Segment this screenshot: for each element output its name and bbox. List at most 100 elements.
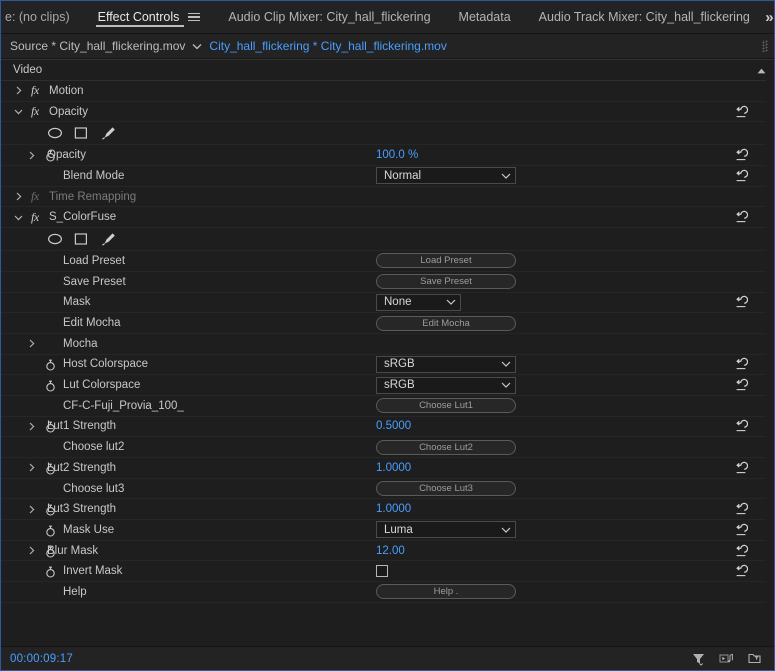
parameter-row[interactable]: CF-C-Fuji_Provia_100_ Choose Lut1 <box>1 396 774 417</box>
tab-audio-track-mixer[interactable]: Audio Track Mixer: City_hall_flickering <box>525 1 764 33</box>
parameter-row[interactable]: Load Preset Load Preset <box>1 251 774 272</box>
active-tab-underline <box>95 25 185 27</box>
chevron-right-icon[interactable] <box>14 192 23 201</box>
chevron-down-icon <box>501 527 511 533</box>
parameter-row[interactable]: Mask Use Luma <box>1 520 774 541</box>
rectangle-mask-icon[interactable] <box>73 232 89 246</box>
parameter-button[interactable]: Load Preset <box>376 253 516 269</box>
parameter-dropdown[interactable]: Normal <box>376 167 516 185</box>
reset-icon[interactable] <box>734 378 749 392</box>
parameter-label: Lut2 Strength <box>47 461 117 474</box>
reset-icon[interactable] <box>734 105 749 119</box>
chevron-right-icon[interactable] <box>27 505 36 514</box>
parameter-button[interactable]: Choose Lut3 <box>376 481 516 497</box>
chevron-right-icon[interactable] <box>27 463 36 472</box>
chevron-right-icon[interactable] <box>14 86 23 95</box>
parameter-dropdown[interactable]: sRGB <box>376 355 516 373</box>
reset-icon[interactable] <box>734 523 749 537</box>
parameter-row[interactable]: Save Preset Save Preset <box>1 272 774 293</box>
audio-preview-icon[interactable] <box>719 651 734 666</box>
ellipse-mask-icon[interactable] <box>47 126 63 140</box>
tab-overflow-icon[interactable]: » <box>764 1 774 33</box>
effect-header-row[interactable]: fx Opacity <box>1 102 774 123</box>
chevron-down-icon[interactable] <box>14 213 23 222</box>
tab-effect-controls[interactable]: Effect Controls <box>84 1 215 33</box>
scroll-up-icon[interactable] <box>757 61 766 79</box>
parameter-label: Save Preset <box>63 275 126 288</box>
stopwatch-icon[interactable] <box>45 358 56 371</box>
panel-menu-icon[interactable] <box>188 12 201 22</box>
effect-header-row[interactable]: fx Motion <box>1 81 774 102</box>
parameter-row[interactable]: Lut3 Strength 1.0000 <box>1 499 774 521</box>
reset-icon[interactable] <box>734 357 749 371</box>
parameter-row[interactable]: Edit Mocha Edit Mocha <box>1 313 774 334</box>
pen-mask-icon[interactable] <box>99 232 115 246</box>
parameter-row[interactable]: Choose lut2 Choose Lut2 <box>1 437 774 458</box>
chevron-right-icon[interactable] <box>27 546 36 555</box>
parameter-value[interactable]: 12.00 <box>376 545 405 557</box>
reset-icon[interactable] <box>734 564 749 578</box>
reset-icon[interactable] <box>734 502 749 516</box>
effect-header-row[interactable]: fx S_ColorFuse <box>1 207 774 229</box>
parameter-row[interactable]: Lut1 Strength 0.5000 <box>1 417 774 438</box>
parameter-dropdown[interactable]: Luma <box>376 521 516 539</box>
parameter-dropdown[interactable]: None <box>376 293 461 311</box>
clip-selector-bar: Source * City_hall_flickering.mov City_h… <box>1 34 774 59</box>
chevron-down-icon[interactable] <box>185 43 209 50</box>
parameter-row[interactable]: Help Help . <box>1 582 774 603</box>
parameter-row[interactable]: Invert Mask <box>1 561 774 583</box>
stopwatch-icon[interactable] <box>45 565 56 578</box>
selected-clip-label[interactable]: City_hall_flickering * City_hall_flicker… <box>209 39 446 53</box>
parameter-button[interactable]: Help . <box>376 584 516 600</box>
parameter-value[interactable]: 0.5000 <box>376 420 411 432</box>
parameter-dropdown[interactable]: sRGB <box>376 376 516 394</box>
reset-icon[interactable] <box>734 461 749 475</box>
parameter-row[interactable]: Host Colorspace sRGB <box>1 355 774 376</box>
parameter-row[interactable]: Opacity 100.0 % <box>1 145 774 167</box>
parameter-row[interactable]: Blur Mask 12.00 <box>1 541 774 562</box>
chevron-right-icon[interactable] <box>27 339 36 348</box>
parameter-checkbox[interactable] <box>376 565 388 578</box>
parameter-row[interactable]: Mask None <box>1 293 774 314</box>
parameter-button[interactable]: Choose Lut1 <box>376 398 516 414</box>
chevron-right-icon[interactable] <box>27 151 36 160</box>
timecode-display[interactable]: 00:00:09:17 <box>1 653 73 665</box>
parameter-button[interactable]: Choose Lut2 <box>376 439 516 455</box>
chevron-down-icon[interactable] <box>14 107 23 116</box>
reset-icon[interactable] <box>734 295 749 309</box>
chevron-down-icon <box>446 299 456 306</box>
effect-parameters-panel: Video fx Motion fx Opacity Opacity 100.0 % Blen… <box>1 59 774 646</box>
tab-source[interactable]: e: (no clips) <box>1 1 84 33</box>
parameter-row[interactable]: Blend Mode Normal <box>1 166 774 187</box>
tab-metadata[interactable]: Metadata <box>445 1 525 33</box>
effect-header-row[interactable]: fx Time Remapping <box>1 187 774 208</box>
parameter-value[interactable]: 1.0000 <box>376 462 411 474</box>
stopwatch-icon[interactable] <box>45 379 56 392</box>
parameter-button[interactable]: Edit Mocha <box>376 315 516 331</box>
stopwatch-icon[interactable] <box>45 524 56 537</box>
vertical-scrollbar[interactable] <box>766 60 774 646</box>
reset-icon[interactable] <box>734 544 749 558</box>
panel-grip-handle[interactable] <box>762 40 768 52</box>
pen-mask-icon[interactable] <box>99 126 115 141</box>
parameter-row[interactable]: Mocha <box>1 334 774 355</box>
parameter-row[interactable]: Lut2 Strength 1.0000 <box>1 458 774 479</box>
reset-icon[interactable] <box>734 169 749 183</box>
parameter-label: Mocha <box>63 337 98 350</box>
reset-icon[interactable] <box>734 148 749 162</box>
fx-icon: fx <box>31 104 39 119</box>
rectangle-mask-icon[interactable] <box>73 126 89 140</box>
export-icon[interactable] <box>747 651 762 666</box>
parameter-value[interactable]: 1.0000 <box>376 503 411 515</box>
parameter-row[interactable]: Choose lut3 Choose Lut3 <box>1 479 774 500</box>
reset-icon[interactable] <box>734 210 749 224</box>
parameter-label: Help <box>63 585 87 598</box>
filter-icon[interactable] <box>691 651 706 666</box>
reset-icon[interactable] <box>734 419 749 433</box>
parameter-button[interactable]: Save Preset <box>376 274 516 290</box>
parameter-row[interactable]: Lut Colorspace sRGB <box>1 375 774 396</box>
ellipse-mask-icon[interactable] <box>47 232 63 246</box>
parameter-value[interactable]: 100.0 % <box>376 149 418 161</box>
tab-audio-clip-mixer[interactable]: Audio Clip Mixer: City_hall_flickering <box>214 1 444 33</box>
chevron-right-icon[interactable] <box>27 422 36 431</box>
